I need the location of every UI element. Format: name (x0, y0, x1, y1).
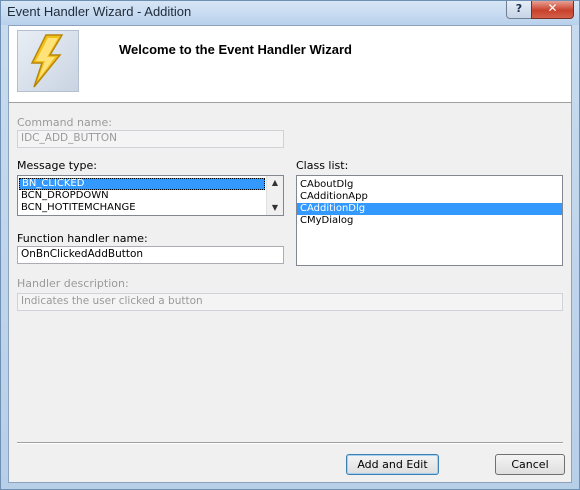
handler-description-label: Handler description: (17, 277, 129, 290)
separator (17, 442, 563, 443)
title-buttons: ? ✕ (506, 1, 574, 20)
command-name-label: Command name: (17, 116, 112, 129)
close-icon: ✕ (547, 1, 558, 15)
title-bar[interactable]: Event Handler Wizard - Addition ? ✕ (1, 1, 579, 25)
class-list-label: Class list: (296, 159, 349, 172)
cancel-button[interactable]: Cancel (495, 454, 565, 475)
function-handler-field[interactable]: OnBnClickedAddButton (17, 246, 284, 264)
list-item[interactable]: BN_CLICKED (19, 178, 265, 190)
message-type-list[interactable]: BN_CLICKED BCN_DROPDOWN BCN_HOTITEMCHANG… (17, 175, 284, 216)
message-type-label: Message type: (17, 159, 97, 172)
list-item[interactable]: CAdditionDlg (297, 203, 562, 215)
list-item[interactable]: CAdditionApp (297, 191, 562, 203)
list-item[interactable]: CAboutDlg (297, 179, 562, 191)
list-item[interactable]: CMyDialog (297, 215, 562, 227)
scroll-down-icon[interactable]: ▼ (267, 201, 283, 215)
help-button[interactable]: ? (506, 1, 532, 19)
lightning-bolt-icon (17, 30, 79, 92)
message-type-scrollbar[interactable]: ▲ ▼ (266, 176, 283, 215)
add-and-edit-button[interactable]: Add and Edit (346, 454, 439, 475)
wizard-window: Event Handler Wizard - Addition ? ✕ Welc… (0, 0, 580, 490)
close-button[interactable]: ✕ (531, 1, 574, 19)
page-title: Welcome to the Event Handler Wizard (119, 42, 352, 57)
window-title: Event Handler Wizard - Addition (7, 4, 192, 19)
function-handler-label: Function handler name: (17, 232, 148, 245)
class-list[interactable]: CAboutDlg CAdditionApp CAdditionDlg CMyD… (296, 175, 563, 266)
list-item[interactable]: BCN_DROPDOWN (18, 190, 283, 202)
handler-description-field: Indicates the user clicked a button (17, 293, 563, 311)
command-name-field: IDC_ADD_BUTTON (17, 130, 284, 148)
wizard-banner: Welcome to the Event Handler Wizard (9, 26, 571, 103)
list-item[interactable]: BCN_HOTITEMCHANGE (18, 202, 283, 214)
help-icon: ? (515, 2, 523, 15)
dialog-body: Welcome to the Event Handler Wizard Comm… (8, 25, 572, 483)
scroll-up-icon[interactable]: ▲ (267, 176, 283, 190)
